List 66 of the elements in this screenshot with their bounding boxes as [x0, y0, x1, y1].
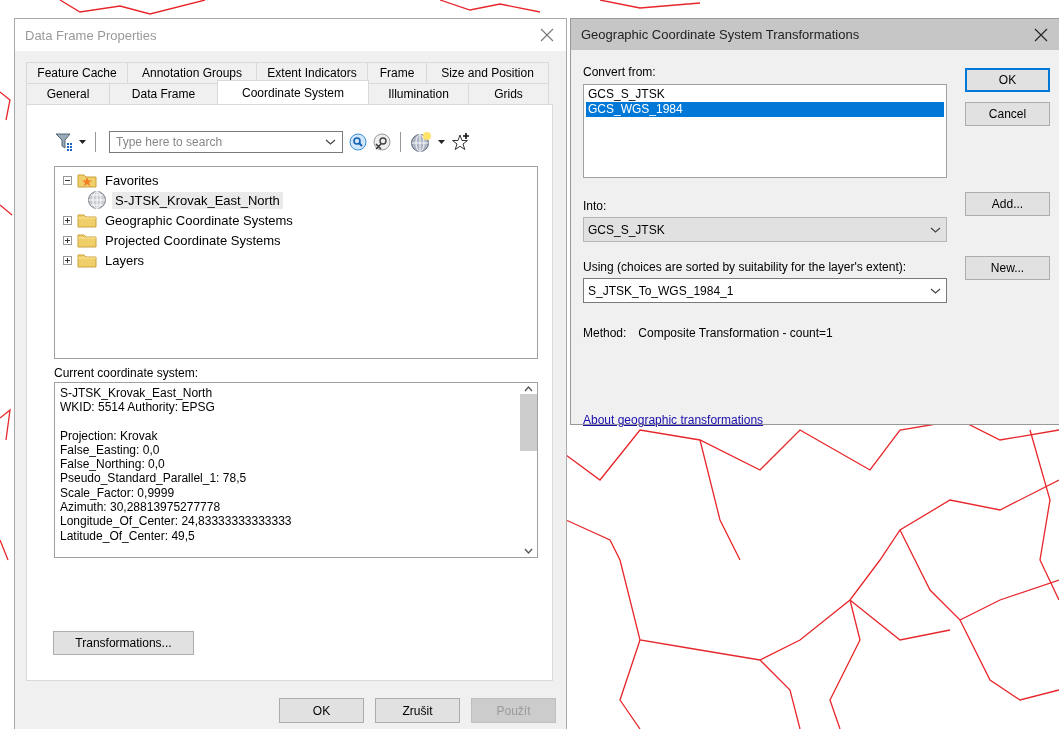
caret-icon[interactable]	[438, 140, 445, 144]
detail-line: Longitude_Of_Center: 24,83333333333333	[60, 514, 293, 529]
tab[interactable]: General	[26, 83, 110, 104]
tab[interactable]: Grids	[468, 83, 549, 104]
chevron-down-icon[interactable]	[930, 226, 941, 233]
search-field[interactable]: Type here to search	[109, 131, 343, 153]
tree-item[interactable]: Geographic Coordinate Systems	[102, 211, 296, 229]
dialog-button[interactable]: Cancel	[965, 102, 1050, 126]
dialog-button[interactable]: OK	[279, 698, 364, 723]
caret-icon[interactable]	[79, 140, 86, 144]
clear-search-icon[interactable]	[373, 133, 391, 151]
folder-icon	[77, 252, 97, 268]
field-label: Method:	[583, 326, 627, 340]
using-dropdown[interactable]: S_JTSK_To_WGS_1984_1	[583, 278, 947, 303]
tab[interactable]: Size and Position	[426, 62, 549, 83]
folder-icon	[77, 232, 97, 248]
search-icon[interactable]	[349, 133, 367, 151]
chevron-down-icon[interactable]	[930, 287, 941, 294]
folder-icon	[77, 212, 97, 228]
dialog-button[interactable]: OK	[965, 68, 1050, 92]
chevron-down-icon[interactable]	[325, 139, 336, 145]
star-plus-icon[interactable]	[451, 132, 471, 152]
expand-icon[interactable]	[63, 215, 72, 225]
collapse-icon[interactable]	[63, 175, 72, 185]
field-label: Convert from:	[583, 65, 657, 79]
detail-line: WKID: 5514 Authority: EPSG	[60, 400, 216, 415]
window-title: Geographic Coordinate System Transformations	[581, 27, 860, 42]
close-icon[interactable]	[1034, 27, 1048, 42]
dialog-button[interactable]: Zrušit	[375, 698, 460, 723]
field-label: Using (choices are sorted by suitability for the layer's extent):	[583, 260, 908, 274]
transformations-button[interactable]: Transformations...	[53, 631, 194, 655]
globe-icon[interactable]	[410, 131, 432, 153]
expand-icon[interactable]	[63, 235, 72, 245]
tree-item[interactable]: Layers	[102, 251, 148, 269]
into-dropdown[interactable]: GCS_S_JTSK	[583, 217, 947, 242]
close-icon[interactable]	[540, 28, 554, 42]
detail-line: Projection: Krovak	[60, 428, 159, 443]
tab[interactable]: Feature Cache	[26, 62, 128, 83]
detail-line: False_Easting: 0,0	[60, 442, 161, 458]
detail-line: False_Northing: 0,0	[60, 457, 166, 472]
detail-line: Latitude_Of_Center: 49,5	[60, 528, 196, 543]
detail-line: Pseudo_Standard_Parallel_1: 78,5	[60, 471, 248, 486]
tree-item[interactable]: S-JTSK_Krovak_East_North	[112, 191, 283, 209]
expand-icon[interactable]	[63, 255, 72, 265]
scroll-up-icon[interactable]	[524, 386, 533, 392]
list-item[interactable]: GCS_S_JTSK	[586, 87, 944, 102]
tab[interactable]: Coordinate System	[217, 80, 369, 104]
dialog-button[interactable]: Add...	[965, 192, 1050, 216]
tree-item[interactable]: Projected Coordinate Systems	[102, 231, 284, 249]
scrollbar-thumb[interactable]	[520, 394, 537, 451]
field-label: Current coordinate system:	[54, 366, 200, 380]
star-folder-icon	[77, 172, 97, 188]
detail-line: Azimuth: 30,28813975277778	[60, 500, 222, 515]
help-link[interactable]: About geographic transformations	[583, 413, 764, 427]
scroll-down-icon[interactable]	[524, 548, 533, 554]
globe-icon	[87, 190, 107, 210]
dialog-button[interactable]: New...	[965, 256, 1050, 280]
tab[interactable]: Annotation Groups	[127, 62, 257, 83]
detail-line: S-JTSK_Krovak_East_North	[60, 386, 214, 401]
tree-item[interactable]: Favorites	[102, 171, 162, 189]
list-item[interactable]: GCS_WGS_1984	[586, 102, 944, 117]
window-title: Data Frame Properties	[25, 27, 157, 43]
detail-line: Scale_Factor: 0,9999	[60, 485, 176, 501]
field-label: Into:	[583, 199, 608, 213]
method-value: Composite Transformation - count=1	[638, 326, 833, 340]
filter-icon[interactable]	[55, 132, 75, 152]
